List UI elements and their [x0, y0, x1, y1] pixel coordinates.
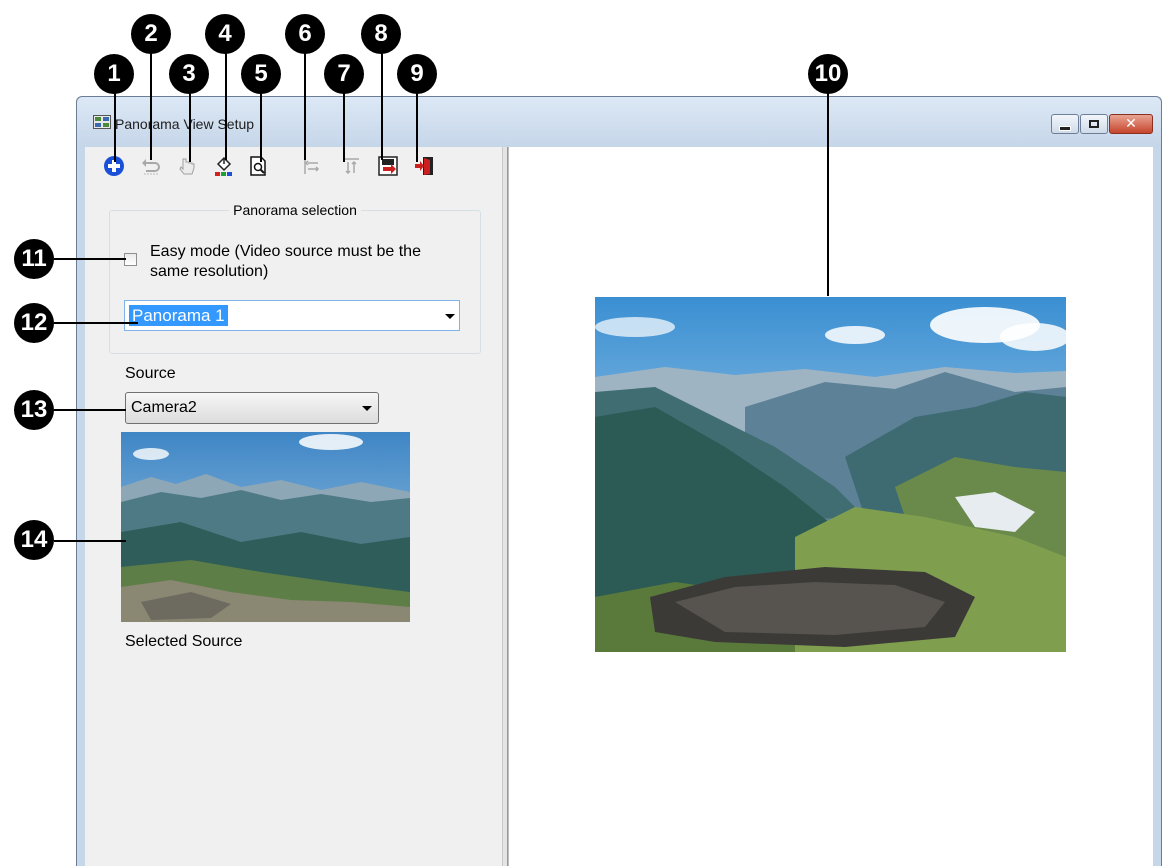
callout-1: 1: [94, 54, 134, 94]
callout-13: 13: [14, 390, 54, 430]
client-area: Panorama selection Easy mode (Video sour…: [85, 147, 1153, 866]
callout-2-leader: [150, 50, 152, 160]
hand-pointer-icon: [179, 158, 195, 175]
window-title: Panorama View Setup: [115, 116, 255, 132]
callout-1-leader: [114, 90, 116, 162]
preview-button[interactable]: [248, 155, 270, 177]
panorama-setup-window: Panorama View Setup ✕ Panorama selection…: [76, 96, 1162, 866]
callout-5-leader: [260, 90, 262, 162]
callout-14-leader: [54, 540, 126, 542]
callout-5: 5: [241, 54, 281, 94]
hand-pointer-button[interactable]: [177, 155, 199, 177]
window-controls: ✕: [1050, 114, 1153, 134]
paint-bucket-button[interactable]: [213, 155, 235, 177]
panorama-dropdown[interactable]: Panorama 1: [124, 300, 460, 331]
callout-10: 10: [808, 54, 848, 94]
panorama-app-icon: [93, 115, 111, 129]
source-dropdown[interactable]: Camera2: [125, 392, 379, 424]
callout-7-leader: [343, 90, 345, 162]
callout-12: 12: [14, 303, 54, 343]
selected-source-label: Selected Source: [125, 633, 243, 650]
preview-document-icon: [250, 156, 266, 176]
close-icon: ✕: [1125, 116, 1137, 132]
source-thumbnail-image: [121, 432, 410, 622]
toolbar: [85, 147, 502, 181]
chevron-down-icon: [445, 314, 455, 319]
callout-11: 11: [14, 239, 54, 279]
close-button[interactable]: ✕: [1109, 114, 1153, 134]
panorama-preview-image: [595, 297, 1066, 652]
left-panel: Panorama selection Easy mode (Video sour…: [85, 147, 502, 866]
callout-8: 8: [361, 14, 401, 54]
minimize-icon: [1059, 125, 1071, 131]
panorama-selection-group: Panorama selection Easy mode (Video sour…: [109, 202, 481, 354]
callout-9-leader: [416, 90, 418, 162]
callout-11-leader: [54, 258, 126, 260]
panorama-selection-legend: Panorama selection: [229, 202, 361, 218]
maximize-icon: [1089, 120, 1099, 128]
callout-7: 7: [324, 54, 364, 94]
callout-3: 3: [169, 54, 209, 94]
panorama-dropdown-value: Panorama 1: [129, 305, 228, 326]
callout-10-leader: [827, 90, 829, 296]
chevron-down-icon: [362, 406, 372, 411]
callout-12-leader: [54, 322, 138, 324]
callout-2: 2: [131, 14, 171, 54]
callout-6: 6: [285, 14, 325, 54]
title-bar[interactable]: Panorama View Setup ✕: [77, 97, 1161, 147]
callout-4-leader: [225, 50, 227, 160]
callout-13-leader: [54, 409, 126, 411]
source-label: Source: [125, 365, 176, 382]
easy-mode-label[interactable]: Easy mode (Video source must be the same…: [150, 242, 460, 282]
minimize-button[interactable]: [1051, 114, 1079, 134]
paint-bucket-icon: [215, 156, 232, 176]
source-dropdown-value: Camera2: [131, 399, 197, 416]
callout-9: 9: [397, 54, 437, 94]
callout-3-leader: [189, 90, 191, 162]
maximize-button[interactable]: [1080, 114, 1108, 134]
callout-14: 14: [14, 520, 54, 560]
panorama-preview-panel: [508, 147, 1153, 866]
callout-6-leader: [304, 50, 306, 160]
callout-4: 4: [205, 14, 245, 54]
callout-8-leader: [381, 50, 383, 160]
